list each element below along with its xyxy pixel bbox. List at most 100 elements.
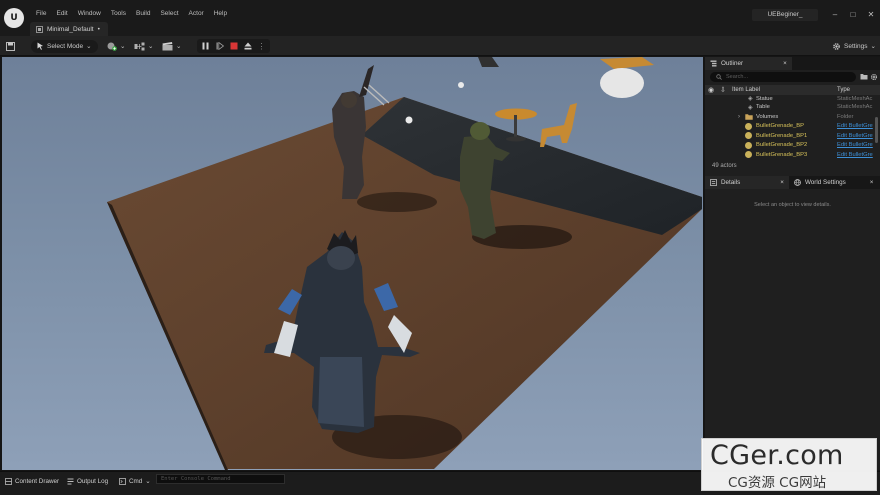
outliner-scrollbar[interactable] (875, 117, 878, 143)
list-item[interactable]: › Volumes Folder (705, 112, 873, 122)
close-window-button[interactable]: ✕ (866, 10, 876, 20)
frame-skip-icon[interactable] (215, 42, 224, 51)
save-icon (6, 41, 15, 51)
chevron-right-icon[interactable]: › (738, 114, 740, 120)
menu-tools[interactable]: Tools (106, 10, 131, 17)
mode-label: Select Mode (47, 42, 84, 50)
add-actor-icon (107, 42, 117, 51)
close-icon[interactable]: × (783, 60, 787, 67)
details-tab-label: Details (721, 179, 741, 186)
content-drawer-label: Content Drawer (15, 477, 60, 485)
eject-icon[interactable] (243, 42, 252, 51)
menu-build[interactable]: Build (131, 10, 155, 17)
gear-icon[interactable] (870, 73, 878, 81)
item-label: Table (756, 104, 770, 111)
output-log-label: Output Log (77, 477, 109, 485)
output-log-button[interactable]: Output Log (67, 475, 108, 487)
list-item[interactable]: BulletGrenade_BP Edit BulletGre (705, 122, 873, 132)
list-item[interactable]: BulletGrenade_BP1 Edit BulletGre (705, 131, 873, 141)
list-item[interactable]: ◈ Table StaticMeshAc (705, 103, 873, 113)
item-label: BulletGrenade_BP2 (756, 142, 808, 149)
maximize-button[interactable]: □ (848, 10, 858, 20)
item-type: StaticMeshAc (837, 95, 873, 102)
details-header: Details × World Settings × (705, 176, 880, 189)
menu-window[interactable]: Window (73, 10, 106, 17)
close-icon[interactable]: × (870, 179, 874, 186)
tab-world-settings[interactable]: World Settings × (789, 176, 879, 189)
item-type-link[interactable]: Edit BulletGre (837, 152, 875, 158)
outliner-search-input[interactable]: Search... (710, 72, 856, 82)
item-label: BulletGrenade_BP3 (756, 151, 808, 158)
globe-icon (794, 179, 801, 186)
level-icon (36, 25, 43, 33)
chevron-down-icon: ⌄ (145, 477, 151, 485)
details-empty-message: Select an object to view details. (754, 202, 831, 208)
stop-icon[interactable] (229, 42, 238, 51)
cursor-icon (37, 42, 43, 50)
add-folder-icon[interactable] (860, 73, 868, 80)
watermark: CGer.com CG资源 CG网站 (701, 438, 877, 491)
add-actor-button[interactable]: ⌄ (107, 39, 125, 53)
item-label: Volumes (756, 113, 779, 120)
chevron-down-icon: ⌄ (86, 43, 92, 50)
level-viewport[interactable] (2, 57, 703, 470)
blueprint-actor-icon (745, 122, 752, 130)
gear-icon (833, 42, 840, 50)
pin-icon[interactable]: ⇩ (720, 86, 726, 94)
cmd-selector[interactable]: Cmd ⌄ (119, 475, 151, 487)
tab-details[interactable]: Details × (705, 176, 789, 189)
blueprint-actor-icon (745, 132, 752, 140)
list-item[interactable]: BulletGrenade_BP3 Edit BulletGre (705, 150, 873, 160)
grenade-projectile (405, 116, 413, 124)
item-label: Statue (756, 95, 773, 102)
item-type: Folder (837, 113, 854, 120)
close-icon[interactable]: × (780, 179, 784, 186)
chair-prop-small[interactable] (478, 57, 499, 67)
main-toolbar: Select Mode ⌄ ⌄ ⌄ ⌄ ⋮ Settings ⌄ (0, 36, 880, 56)
item-type-link[interactable]: Edit BulletGre (837, 133, 875, 139)
actor-count: 49 actors (712, 163, 737, 169)
search-icon (716, 74, 722, 80)
chevron-down-icon: ⌄ (176, 43, 182, 50)
watermark-bottom: CG资源 CG网站 (728, 475, 827, 491)
pause-icon[interactable] (201, 42, 210, 51)
save-button[interactable] (6, 39, 15, 53)
column-item-label[interactable]: Item Label (732, 87, 760, 93)
settings-label: Settings (844, 42, 868, 50)
level-tab[interactable]: Minimal_Default • (30, 22, 108, 36)
menu-file[interactable]: File (31, 10, 51, 17)
terminal-icon (119, 477, 126, 485)
tab-outliner[interactable]: Outliner × (705, 57, 792, 70)
right-panel: Outliner × Search... ◉ ⇩ Item Label Type… (705, 57, 880, 470)
item-type-link[interactable]: Edit BulletGre (837, 123, 875, 129)
outliner-header: Outliner × (705, 57, 880, 70)
mesh-icon: ◈ (748, 96, 753, 103)
chevron-down-icon: ⌄ (148, 43, 154, 50)
menu-actor[interactable]: Actor (184, 10, 209, 17)
search-placeholder: Search... (726, 74, 749, 80)
settings-button[interactable]: Settings ⌄ (832, 39, 876, 53)
minimize-button[interactable]: – (830, 10, 840, 20)
blueprint-actor-icon (745, 141, 752, 149)
menu-bar: File Edit Window Tools Build Select Acto… (31, 10, 232, 17)
modified-mark: • (97, 25, 100, 33)
column-type[interactable]: Type (837, 87, 850, 93)
console-command-input[interactable]: Enter Console Command (156, 474, 285, 484)
unreal-logo-icon[interactable]: U (4, 8, 24, 28)
more-options-icon[interactable]: ⋮ (257, 42, 266, 51)
menu-help[interactable]: Help (209, 10, 232, 17)
chair-prop-top[interactable] (600, 57, 654, 98)
content-drawer-button[interactable]: Content Drawer (5, 475, 59, 487)
world-settings-tab-label: World Settings (804, 179, 846, 186)
cinematics-button[interactable]: ⌄ (162, 39, 181, 53)
outliner-icon (710, 60, 717, 67)
folder-icon (745, 114, 753, 120)
list-item[interactable]: BulletGrenade_BP2 Edit BulletGre (705, 141, 873, 151)
blueprint-button[interactable]: ⌄ (134, 39, 153, 53)
visibility-eye-icon[interactable]: ◉ (708, 86, 714, 94)
mode-selector[interactable]: Select Mode ⌄ (31, 39, 98, 53)
item-type-link[interactable]: Edit BulletGre (837, 142, 875, 148)
menu-edit[interactable]: Edit (51, 10, 72, 17)
chair-prop[interactable] (540, 103, 577, 147)
menu-select[interactable]: Select (155, 10, 183, 17)
